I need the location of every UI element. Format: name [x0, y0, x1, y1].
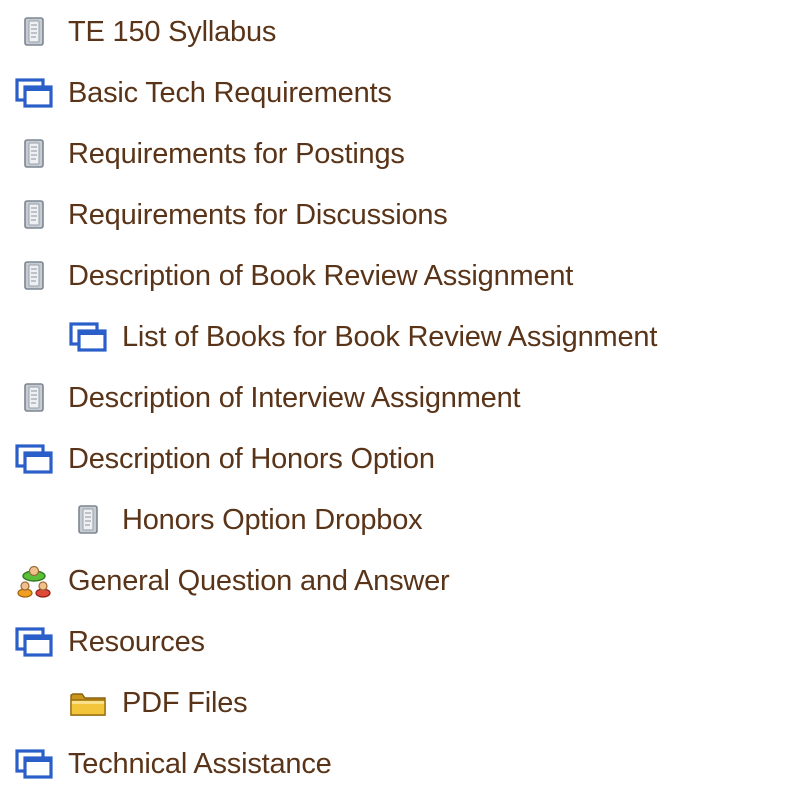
- document-icon: [14, 197, 54, 233]
- tree-item-label: TE 150 Syllabus: [68, 16, 277, 48]
- tree-item-label: General Question and Answer: [68, 565, 450, 597]
- tree-item-pdf-files[interactable]: PDF Files: [68, 681, 248, 725]
- tree-item-resources[interactable]: Resources: [14, 620, 205, 664]
- tree-item-basic-tech-requirements[interactable]: Basic Tech Requirements: [14, 71, 392, 115]
- window-icon: [68, 319, 108, 355]
- tree-item-list-of-books[interactable]: List of Books for Book Review Assignment: [68, 315, 657, 359]
- tree-item-label: Description of Honors Option: [68, 443, 435, 475]
- document-icon: [14, 14, 54, 50]
- tree-item-label: Requirements for Postings: [68, 138, 405, 170]
- tree-item-label: Description of Interview Assignment: [68, 382, 521, 414]
- tree-item-te150-syllabus[interactable]: TE 150 Syllabus: [14, 10, 276, 54]
- window-icon: [14, 441, 54, 477]
- tree-item-label: Description of Book Review Assignment: [68, 260, 574, 292]
- window-icon: [14, 746, 54, 782]
- tree-item-label: PDF Files: [122, 687, 248, 719]
- tree-item-honors-option-dropbox[interactable]: Honors Option Dropbox: [68, 498, 423, 542]
- document-icon: [68, 502, 108, 538]
- window-icon: [14, 624, 54, 660]
- discussion-group-icon: [14, 563, 54, 599]
- window-icon: [14, 75, 54, 111]
- tree-item-label: List of Books for Book Review Assignment: [122, 321, 658, 353]
- tree-item-requirements-for-postings[interactable]: Requirements for Postings: [14, 132, 405, 176]
- folder-icon: [68, 685, 108, 721]
- tree-item-general-question-answer[interactable]: General Question and Answer: [14, 559, 450, 603]
- tree-item-technical-assistance[interactable]: Technical Assistance: [14, 742, 332, 786]
- document-icon: [14, 258, 54, 294]
- tree-item-label: Requirements for Discussions: [68, 199, 448, 231]
- tree-item-label: Honors Option Dropbox: [122, 504, 423, 536]
- tree-item-requirements-for-discussions[interactable]: Requirements for Discussions: [14, 193, 448, 237]
- document-icon: [14, 380, 54, 416]
- tree-item-description-interview-assignment[interactable]: Description of Interview Assignment: [14, 376, 521, 420]
- tree-item-label: Technical Assistance: [68, 748, 332, 780]
- tree-item-description-honors-option[interactable]: Description of Honors Option: [14, 437, 435, 481]
- tree-item-description-book-review-assignment[interactable]: Description of Book Review Assignment: [14, 254, 573, 298]
- tree-item-label: Resources: [68, 626, 205, 658]
- document-icon: [14, 136, 54, 172]
- tree-item-label: Basic Tech Requirements: [68, 77, 392, 109]
